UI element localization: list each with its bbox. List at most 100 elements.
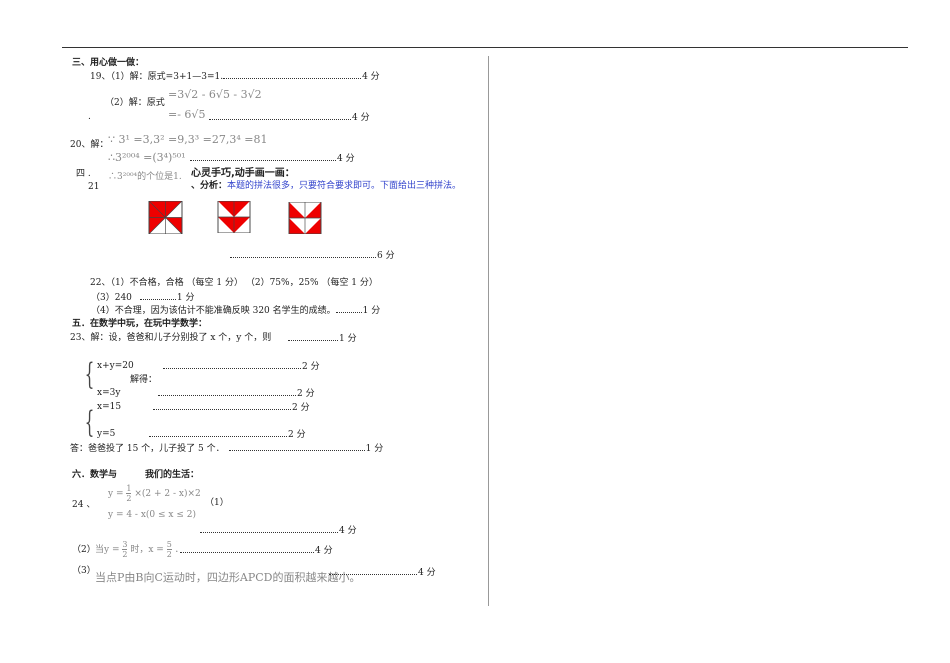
- brace: {: [84, 357, 95, 392]
- q19-part1: 19、（1）解：原式=3+1—3=1. 4 分: [90, 71, 380, 83]
- q20-line3: ∴3²⁰⁰⁴的个位是1.: [108, 172, 182, 182]
- leader-dots: [180, 545, 314, 553]
- solve-label: 解得：: [130, 375, 158, 385]
- text: 当y =: [95, 545, 120, 555]
- leader-dots: [223, 71, 362, 79]
- section-4-num: 四 .: [76, 169, 91, 179]
- q19-part1-text: 19、（1）解：原式=3+1—3=1.: [90, 72, 224, 82]
- q20-score: 4 分: [190, 153, 355, 165]
- q19-part2-line1: =3√2 - 6√5 - 3√2: [168, 88, 262, 101]
- score: 4 分: [337, 154, 355, 164]
- q24-part1-label: （1）: [205, 498, 229, 508]
- q22-part4: （4）不合理，因为该估计不能准确反映 320 名学生的成绩。 1 分: [91, 305, 380, 317]
- denominator: 2: [166, 550, 172, 559]
- leader-dots: [190, 153, 336, 161]
- solution-y: y=5: [97, 429, 116, 439]
- score: 4 分: [352, 113, 370, 123]
- q20-label: 20、解：: [70, 140, 109, 150]
- leader-dots: [228, 443, 365, 451]
- fraction: 32: [122, 540, 128, 559]
- score: 4 分: [339, 526, 357, 536]
- leader-dots: [158, 388, 296, 396]
- leader-dots: [288, 333, 338, 341]
- leader-dots: [329, 567, 417, 575]
- q24-part2-label: （2）: [72, 545, 96, 555]
- header-rule: [62, 47, 908, 48]
- q22-part1: 22、（1）不合格，合格 （每空 1 分） （2）75%，25% （每空 1 分…: [90, 278, 378, 288]
- score: 1 分: [362, 306, 381, 316]
- q19-part2-line2: =- 6√5: [168, 108, 206, 121]
- text: 时，x =: [130, 545, 164, 555]
- q24-formula-1: y = 12 ×(2 + 2 - x)×2: [108, 484, 201, 504]
- formula-text: y =: [108, 489, 124, 499]
- analysis-text: 本题的拼法很多，只要符合要求即可。下面给出三种拼法。: [227, 181, 462, 191]
- score: 2 分: [297, 389, 315, 399]
- equation-2: x=3y: [97, 388, 121, 398]
- q22-part3: （3）240 1 分: [91, 292, 195, 304]
- section-3-title: 三、用心做一做：: [72, 58, 145, 68]
- q21-analysis: 、分析：本题的拼法很多，只要符合要求即可。下面给出三种拼法。: [191, 181, 461, 192]
- stray-dot: .: [88, 112, 91, 122]
- numerator: 5: [166, 540, 172, 550]
- equation-1-score: 2 分: [163, 361, 320, 373]
- leader-dots: [230, 250, 376, 258]
- equation-2-score: 2 分: [158, 388, 315, 400]
- tiling-figure-1: [148, 201, 183, 234]
- score: 2 分: [288, 430, 306, 440]
- score: 1 分: [365, 444, 384, 454]
- equation-1: x+y=20: [97, 361, 134, 371]
- formula-text: ×(2 + 2 - x)×2: [134, 489, 201, 499]
- q22-part4-text: （4）不合理，因为该估计不能准确反映 320 名学生的成绩。: [91, 306, 336, 316]
- q24-part2-text: 当y = 32 时，x = 52 ．: [95, 540, 184, 560]
- score: 4 分: [418, 568, 436, 578]
- q24-part3-score: 4 分: [329, 567, 436, 579]
- denominator: 2: [126, 494, 132, 503]
- leader-dots: [163, 361, 301, 369]
- tiling-figure-2: [217, 201, 251, 233]
- leader-dots: [149, 429, 287, 437]
- section-5-title: 五．在数学中玩，在玩中学数学：: [72, 319, 208, 329]
- score: 4 分: [315, 546, 333, 556]
- q24-part3-text: 当点P由B向C运动时，四边形APCD的面积越来越小。: [95, 571, 361, 584]
- score: 4 分: [362, 72, 380, 82]
- section-4-title: 心灵手巧,动手画一画：: [191, 168, 295, 179]
- solution-y-score: 2 分: [149, 429, 306, 441]
- q21-score: 6 分: [230, 250, 395, 262]
- fraction: 12: [126, 484, 132, 503]
- q24-part2-score: 4 分: [180, 545, 333, 557]
- numerator: 3: [122, 540, 128, 550]
- q21-num: 21: [88, 182, 100, 192]
- q20-line1: ∵ 3¹ =3,3² =9,3³ =27,3⁴ =81: [108, 133, 268, 146]
- solution-x-score: 2 分: [153, 402, 310, 414]
- section-6-title-a: 六．数学与: [72, 470, 118, 480]
- score: 1 分: [176, 293, 195, 303]
- score: 2 分: [302, 362, 320, 372]
- leader-dots: [153, 402, 291, 410]
- leader-dots: [139, 292, 176, 300]
- q23-answer: 答：爸爸投了 15 个，儿子投了 5 个． 1 分: [70, 443, 383, 455]
- score: 6 分: [377, 251, 395, 261]
- solution-x: x=15: [97, 402, 122, 412]
- denominator: 2: [122, 550, 128, 559]
- q23-intro: 23、解：设，爸爸和儿子分别投了 x 个，y 个，则: [70, 333, 272, 343]
- q24-part1-score: 4 分: [200, 525, 357, 537]
- q24-formula-2: y = 4 - x(0 ≤ x ≤ 2): [108, 510, 196, 520]
- q24-part3-label: （3）: [72, 566, 96, 576]
- q19-part2-label: （2）解：原式: [105, 98, 165, 108]
- numerator: 1: [126, 484, 132, 494]
- brace: {: [84, 405, 95, 440]
- document-page: 三、用心做一做： 19、（1）解：原式=3+1—3=1. 4 分 （2）解：原式…: [0, 0, 950, 663]
- score: 2 分: [292, 403, 310, 413]
- q19-part2-score: 4 分: [209, 112, 370, 124]
- tiling-figure-3: [288, 202, 322, 234]
- q22-part3-text: （3）240: [91, 293, 132, 303]
- score: 1 分: [339, 334, 357, 344]
- q24-num: 24 、: [72, 500, 96, 510]
- leader-dots: [209, 112, 351, 120]
- analysis-label: 、分析：: [191, 181, 228, 191]
- column-divider: [488, 56, 489, 606]
- section-6-title-b: 我们的生活：: [145, 470, 200, 480]
- q23-answer-text: 答：爸爸投了 15 个，儿子投了 5 个．: [70, 444, 225, 454]
- leader-dots: [200, 525, 338, 533]
- q20-line2: ∴3²⁰⁰⁴ =(3⁴)⁵⁰¹: [108, 151, 186, 164]
